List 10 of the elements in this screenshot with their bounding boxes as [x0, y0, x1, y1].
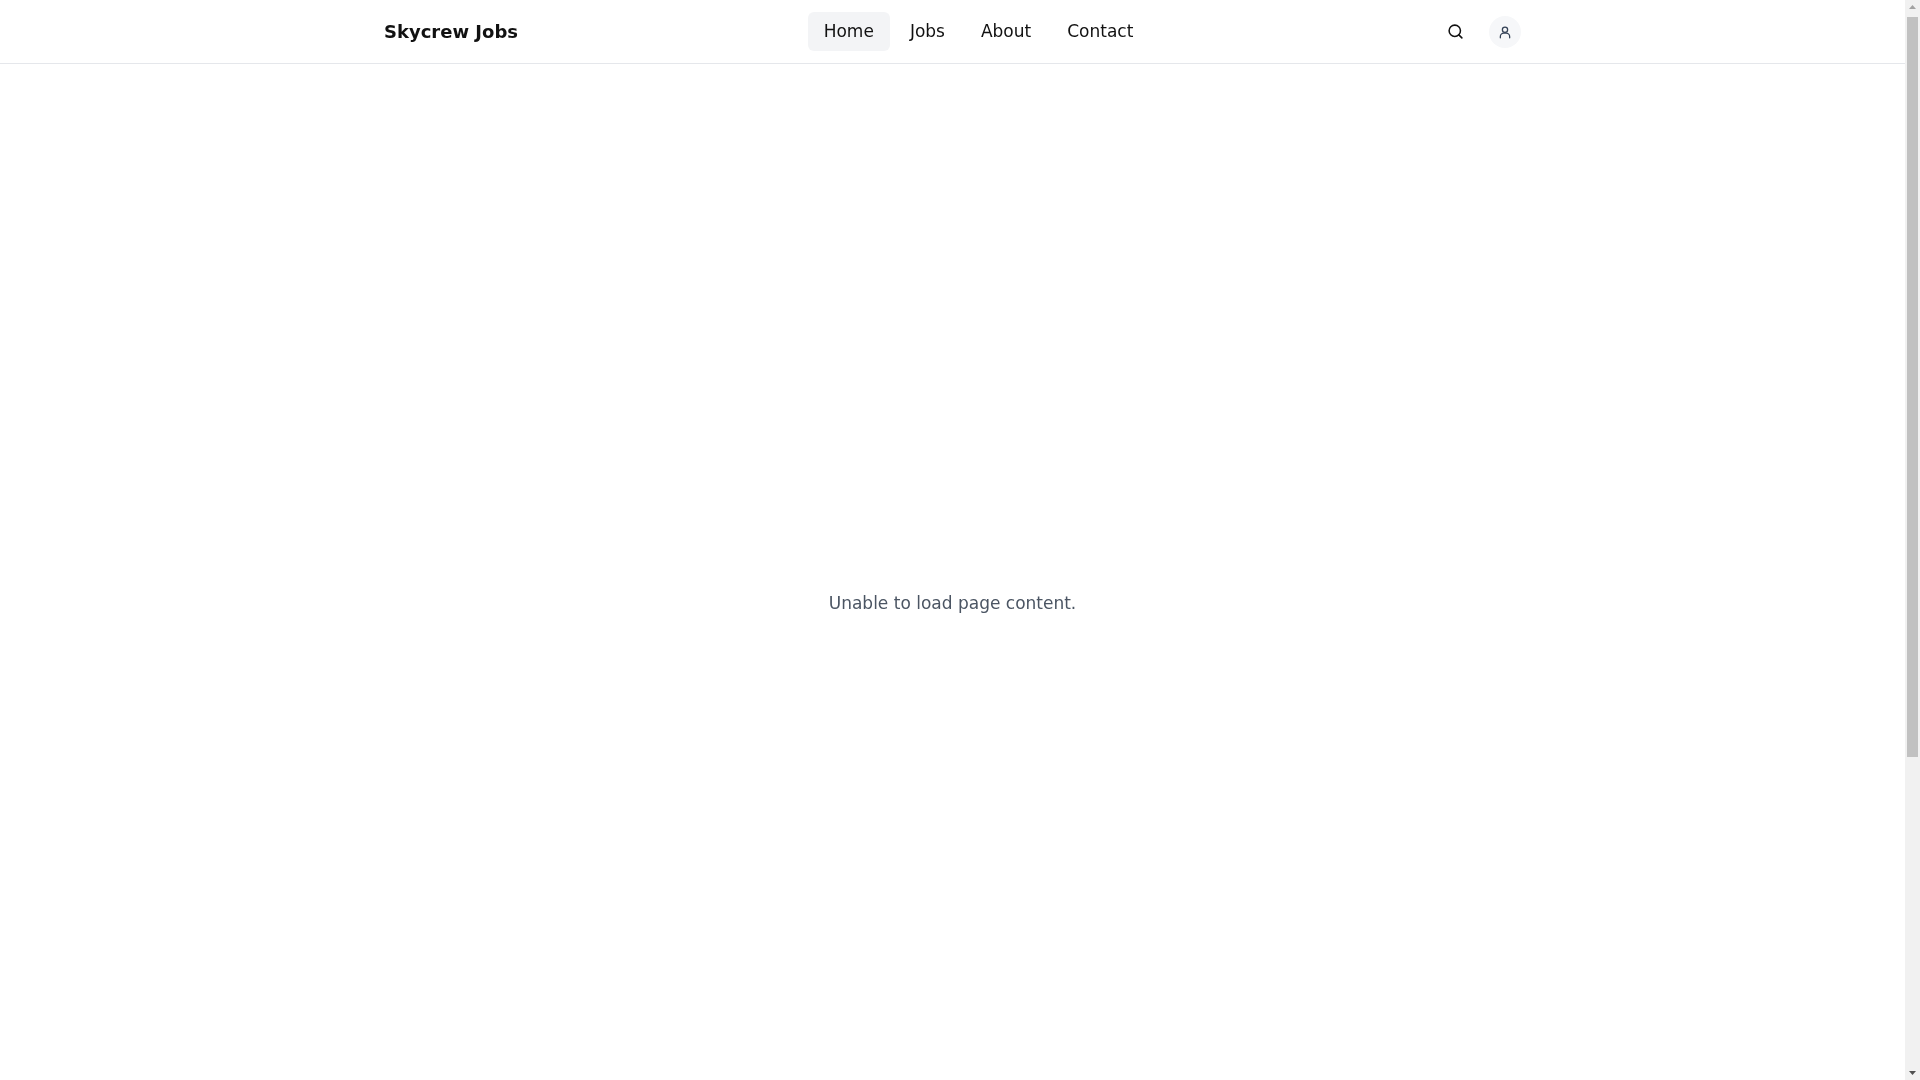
user-account-button[interactable] — [1489, 15, 1521, 48]
nav-link[interactable]: Contact — [1051, 12, 1150, 51]
nav-link[interactable]: Jobs — [893, 12, 961, 51]
nav-link[interactable]: Home — [807, 12, 890, 51]
user-icon — [1498, 24, 1512, 39]
site-logo[interactable]: Skycrew Jobs — [384, 21, 756, 42]
search-icon — [1446, 23, 1464, 40]
error-message: Unable to load page content. — [828, 593, 1077, 613]
scrollbar[interactable] — [1905, 0, 1920, 1080]
nav-link[interactable]: About — [964, 12, 1048, 51]
